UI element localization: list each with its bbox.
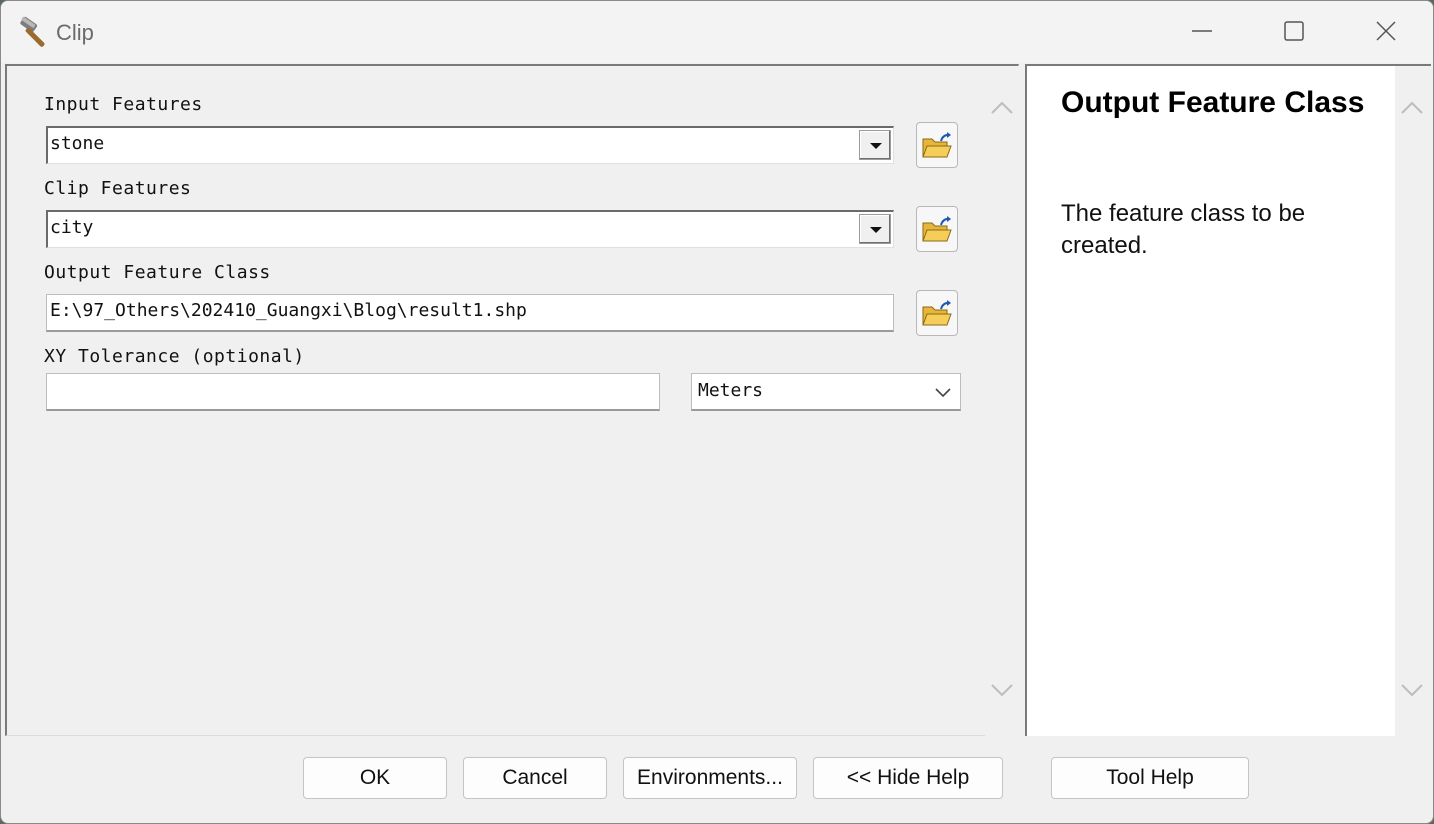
cancel-button[interactable]: Cancel bbox=[463, 757, 607, 799]
input-features-combo[interactable]: stone bbox=[46, 126, 894, 164]
xy-tolerance-units-select[interactable]: Meters bbox=[691, 373, 961, 411]
open-folder-icon bbox=[922, 216, 952, 242]
environments-button[interactable]: Environments... bbox=[623, 757, 797, 799]
clip-features-dropdown-button[interactable] bbox=[859, 214, 891, 244]
xy-tolerance-units-value: Meters bbox=[698, 380, 764, 401]
open-folder-icon bbox=[922, 132, 952, 158]
parameters-scrollbar[interactable] bbox=[985, 66, 1019, 736]
scroll-up-icon[interactable] bbox=[1400, 96, 1424, 120]
input-features-value: stone bbox=[50, 133, 105, 154]
maximize-icon bbox=[1284, 21, 1304, 41]
ok-button[interactable]: OK bbox=[303, 757, 447, 799]
help-pane: Output Feature Class The feature class t… bbox=[1025, 64, 1431, 736]
tool-help-button[interactable]: Tool Help bbox=[1051, 757, 1249, 799]
help-title: Output Feature Class bbox=[1061, 86, 1365, 119]
close-button[interactable] bbox=[1340, 1, 1432, 61]
output-feature-class-value: E:\97_Others\202410_Guangxi\Blog\result1… bbox=[50, 300, 527, 321]
minimize-button[interactable] bbox=[1156, 1, 1248, 61]
help-scrollbar[interactable] bbox=[1395, 66, 1431, 736]
output-feature-class-input[interactable]: E:\97_Others\202410_Guangxi\Blog\result1… bbox=[46, 294, 894, 332]
title-bar[interactable]: Clip bbox=[1, 1, 1433, 63]
clip-features-browse-button[interactable] bbox=[916, 206, 958, 252]
scroll-down-icon[interactable] bbox=[1400, 678, 1424, 702]
scroll-down-icon[interactable] bbox=[990, 678, 1014, 702]
clip-features-label: Clip Features bbox=[44, 178, 192, 199]
scroll-up-icon[interactable] bbox=[990, 96, 1014, 120]
open-folder-icon bbox=[922, 300, 952, 326]
clip-features-value: city bbox=[50, 217, 94, 238]
minimize-icon bbox=[1192, 30, 1212, 32]
xy-tolerance-label: XY Tolerance (optional) bbox=[44, 346, 305, 367]
help-text: The feature class to be created. bbox=[1061, 200, 1306, 259]
output-feature-class-browse-button[interactable] bbox=[916, 290, 958, 336]
window-title: Clip bbox=[56, 20, 94, 45]
input-features-browse-button[interactable] bbox=[916, 122, 958, 168]
input-features-dropdown-button[interactable] bbox=[859, 130, 891, 160]
clip-dialog: Clip Input Features stone Clip Features … bbox=[0, 0, 1434, 824]
xy-tolerance-input[interactable] bbox=[46, 373, 660, 411]
clip-features-combo[interactable]: city bbox=[46, 210, 894, 248]
chevron-down-icon bbox=[935, 388, 951, 398]
maximize-button[interactable] bbox=[1248, 1, 1340, 61]
parameters-pane: Input Features stone Clip Features city bbox=[5, 64, 1019, 736]
output-feature-class-label: Output Feature Class bbox=[44, 262, 271, 283]
hide-help-button[interactable]: << Hide Help bbox=[813, 757, 1003, 799]
hammer-icon bbox=[20, 16, 45, 47]
input-features-label: Input Features bbox=[44, 94, 203, 115]
close-icon bbox=[1376, 21, 1396, 41]
